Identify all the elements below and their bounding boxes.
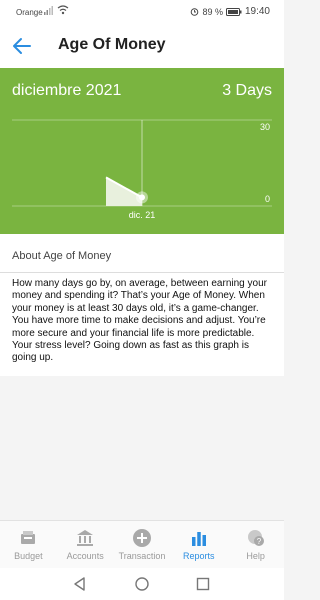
series-area [106,177,142,206]
arrow-left-icon[interactable] [10,36,34,56]
nav-transaction[interactable]: Transaction [114,521,171,568]
nav-accounts[interactable]: Accounts [57,521,114,568]
battery-icon [225,7,242,16]
nav-label: Accounts [66,551,104,561]
alarm-icon [191,8,199,16]
system-navigation [0,568,284,600]
y-tick-0: 0 [265,194,270,204]
bank-icon [77,530,94,546]
clock: 19:40 [244,6,270,17]
recents-square-icon[interactable] [193,574,213,594]
budget-icon [21,531,36,544]
battery-percent: 89 % [202,6,223,17]
about-title: About Age of Money [12,250,112,262]
page-title: Age Of Money [58,36,166,53]
age-of-money-value: 3 Days [222,82,272,99]
status-bar: Orange 89 % 19:40 [0,0,284,24]
help-icon: ? [247,530,264,546]
current-point[interactable] [139,194,145,201]
nav-label: Budget [14,551,43,561]
wifi-icon [57,5,69,15]
about-section: About Age of Money How many days go by, … [0,234,284,376]
chart-month: diciembre 2021 [12,82,122,99]
bar-chart-icon [191,532,206,546]
app-bar: Age Of Money [0,24,284,68]
signal-icon [44,6,53,15]
bottom-navigation: Budget Accounts Transaction Reports ? He… [0,520,284,568]
nav-budget[interactable]: Budget [0,521,57,568]
nav-label: Reports [183,551,215,561]
carrier-label: Orange [16,8,43,17]
nav-label: Transaction [118,551,166,561]
nav-reports[interactable]: Reports [170,521,227,568]
x-tick-label: dic. 21 [129,210,156,220]
back-triangle-icon[interactable] [70,574,90,594]
plus-circle-icon [132,529,151,547]
nav-help[interactable]: ? Help [227,521,284,568]
home-circle-icon[interactable] [132,574,152,594]
y-tick-30: 30 [260,122,270,132]
about-description: How many days go by, on average, between… [12,278,267,364]
nav-label: Help [246,551,265,561]
divider [0,272,284,273]
svg-text:?: ? [256,537,261,546]
chart-panel: 30 0 dic. 21 diciembre 2021 3 Days [0,68,284,234]
